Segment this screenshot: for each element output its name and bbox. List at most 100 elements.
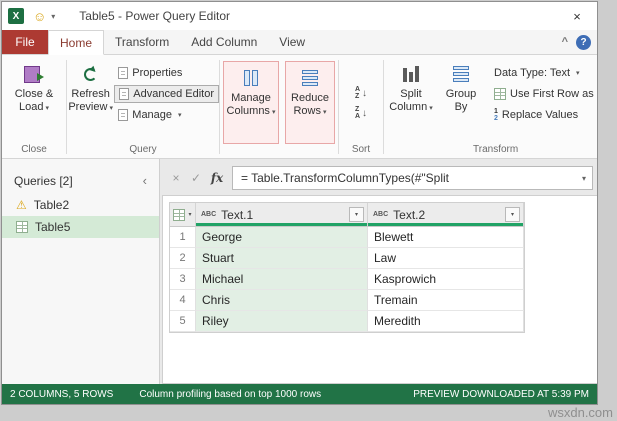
use-first-row-button[interactable]: Use First Row as ▾ [490, 85, 597, 103]
digit-one: 1 [494, 108, 498, 115]
row-number[interactable]: 1 [170, 227, 196, 248]
row-number[interactable]: 3 [170, 269, 196, 290]
group-label-close: Close [21, 144, 47, 155]
formula-text[interactable]: = Table.TransformColumnTypes(#"Split [241, 171, 449, 185]
table-cell[interactable]: Law [368, 248, 524, 269]
manage-columns-label-line2: Columns [226, 105, 270, 117]
table-cell[interactable]: Michael [196, 269, 368, 290]
excel-icon-letter: X [12, 10, 20, 22]
collapse-pane-icon[interactable]: ‹ [139, 173, 151, 188]
help-icon[interactable]: ? [576, 34, 591, 50]
tab-transform[interactable]: Transform [104, 30, 180, 54]
column-header-label: Text.1 [221, 207, 254, 222]
collapse-ribbon-icon[interactable]: ^ [562, 36, 568, 48]
close-and-load-button[interactable]: Close & Load ▾ [7, 58, 61, 142]
refresh-label-line2: Preview [68, 101, 108, 113]
ribbon-group-close: Close & Load ▾ Close [2, 58, 66, 158]
advanced-editor-button[interactable]: Advanced Editor [114, 85, 219, 103]
queries-pane-header: Queries [2] ‹ [2, 159, 159, 194]
status-bar: 2 COLUMNS, 5 ROWS Column profiling based… [2, 384, 597, 404]
chevron-down-icon: ▾ [178, 112, 182, 119]
filter-button[interactable]: ▾ [505, 207, 520, 222]
group-label-transform: Transform [473, 144, 519, 155]
reduce-rows-highlight-box: Reduce Rows ▾ [285, 61, 335, 144]
digit-two: 2 [494, 115, 498, 122]
sort-ascending-button[interactable]: AZ ↓ [351, 85, 371, 101]
commit-formula-icon[interactable]: ✓ [186, 171, 206, 185]
data-type-button[interactable]: Data Type: Text ▾ [490, 64, 597, 82]
table-menu-button[interactable]: ▾ [170, 203, 196, 227]
split-column-label-line1: Split [400, 88, 422, 100]
column-quality-bar [368, 223, 523, 226]
query-list-item-table5[interactable]: Table5 [2, 216, 159, 238]
table-row: 1 George Blewett [170, 227, 524, 248]
status-preview-downloaded: PREVIEW DOWNLOADED AT 5:39 PM [413, 388, 589, 400]
feedback-smiley-icon[interactable]: ☺ [33, 9, 46, 24]
title-bar: X ☺ ▾ Table5 - Power Query Editor × [2, 2, 597, 30]
letter-a: A [354, 86, 361, 93]
status-columns-rows: 2 COLUMNS, 5 ROWS [10, 388, 114, 400]
refresh-preview-button[interactable]: Refresh Preview ▾ [67, 58, 114, 142]
column-header-text1[interactable]: ABC Text.1 ▾ [196, 203, 368, 227]
manage-columns-highlight-box: Manage Columns ▾ [223, 61, 279, 144]
status-profiling-info[interactable]: Column profiling based on top 1000 rows [139, 389, 321, 400]
row-number[interactable]: 5 [170, 311, 196, 332]
column-header-text2[interactable]: ABC Text.2 ▾ [368, 203, 524, 227]
query-list-item-table2[interactable]: ⚠ Table2 [2, 194, 159, 216]
table-cell[interactable]: Blewett [368, 227, 524, 248]
fx-icon: fx [210, 171, 224, 185]
tab-add-column[interactable]: Add Column [180, 30, 268, 54]
reduce-rows-button[interactable]: Reduce Rows ▾ [286, 62, 334, 119]
ribbon-tab-strip: File Home Transform Add Column View ^ ? [2, 30, 597, 55]
close-window-button[interactable]: × [563, 9, 591, 24]
table-cell[interactable]: Riley [196, 311, 368, 332]
manage-icon [118, 109, 129, 121]
cancel-formula-icon[interactable]: × [166, 171, 186, 185]
tab-view[interactable]: View [268, 30, 316, 54]
formula-input[interactable]: = Table.TransformColumnTypes(#"Split ▾ [232, 166, 593, 190]
manage-columns-label-line1: Manage [231, 92, 271, 104]
column-header-label: Text.2 [393, 207, 426, 222]
split-column-label-line2: Column [389, 101, 428, 113]
table-row: 3 Michael Kasprowich [170, 269, 524, 290]
table-row: 5 Riley Meredith [170, 311, 524, 332]
table-cell[interactable]: Meredith [368, 311, 524, 332]
group-by-label-line1: Group [445, 88, 477, 100]
ribbon-home: Close & Load ▾ Close Refresh Preview ▾ P… [2, 55, 597, 159]
letter-z: Z [354, 106, 360, 113]
chevron-down-icon: ▾ [576, 70, 580, 77]
data-preview-pane: ▾ ABC Text.1 ▾ ABC Text.2 ▾ 1 George Ble… [162, 195, 597, 384]
group-by-button[interactable]: Group By [438, 58, 484, 142]
expand-formula-bar-icon[interactable]: ▾ [582, 174, 586, 183]
table-cell[interactable]: Kasprowich [368, 269, 524, 290]
manage-button[interactable]: Manage ▾ [114, 106, 219, 124]
table-row: 2 Stuart Law [170, 248, 524, 269]
manage-columns-button[interactable]: Manage Columns ▾ [224, 62, 278, 119]
split-column-icon [403, 66, 419, 82]
close-and-load-icon [24, 65, 44, 83]
query-small-buttons: Properties Advanced Editor Manage ▾ [114, 58, 219, 142]
sort-descending-button[interactable]: ZA ↓ [351, 105, 371, 121]
queries-count-label: Queries [2] [14, 173, 73, 188]
group-by-label-line2: By [454, 101, 468, 113]
table-icon [16, 221, 28, 233]
tab-home[interactable]: Home [48, 30, 105, 55]
quick-access-toolbar-caret-icon[interactable]: ▾ [51, 12, 55, 21]
row-number[interactable]: 4 [170, 290, 196, 311]
preview-table: ▾ ABC Text.1 ▾ ABC Text.2 ▾ 1 George Ble… [169, 202, 525, 333]
replace-values-button[interactable]: 12 Replace Values [490, 106, 597, 124]
text-type-icon: ABC [373, 211, 389, 218]
filter-button[interactable]: ▾ [349, 207, 364, 222]
table-cell[interactable]: Chris [196, 290, 368, 311]
properties-button[interactable]: Properties [114, 64, 219, 82]
manage-label: Manage [132, 109, 173, 121]
table-cell[interactable]: George [196, 227, 368, 248]
table-cell[interactable]: Stuart [196, 248, 368, 269]
sort-ascending-letters: AZ [355, 86, 360, 100]
properties-icon [118, 67, 129, 79]
table-cell[interactable]: Tremain [368, 290, 524, 311]
row-number[interactable]: 2 [170, 248, 196, 269]
chevron-down-icon: ▾ [354, 212, 358, 218]
tab-file[interactable]: File [2, 30, 48, 54]
split-column-button[interactable]: Split Column ▾ [384, 58, 438, 142]
